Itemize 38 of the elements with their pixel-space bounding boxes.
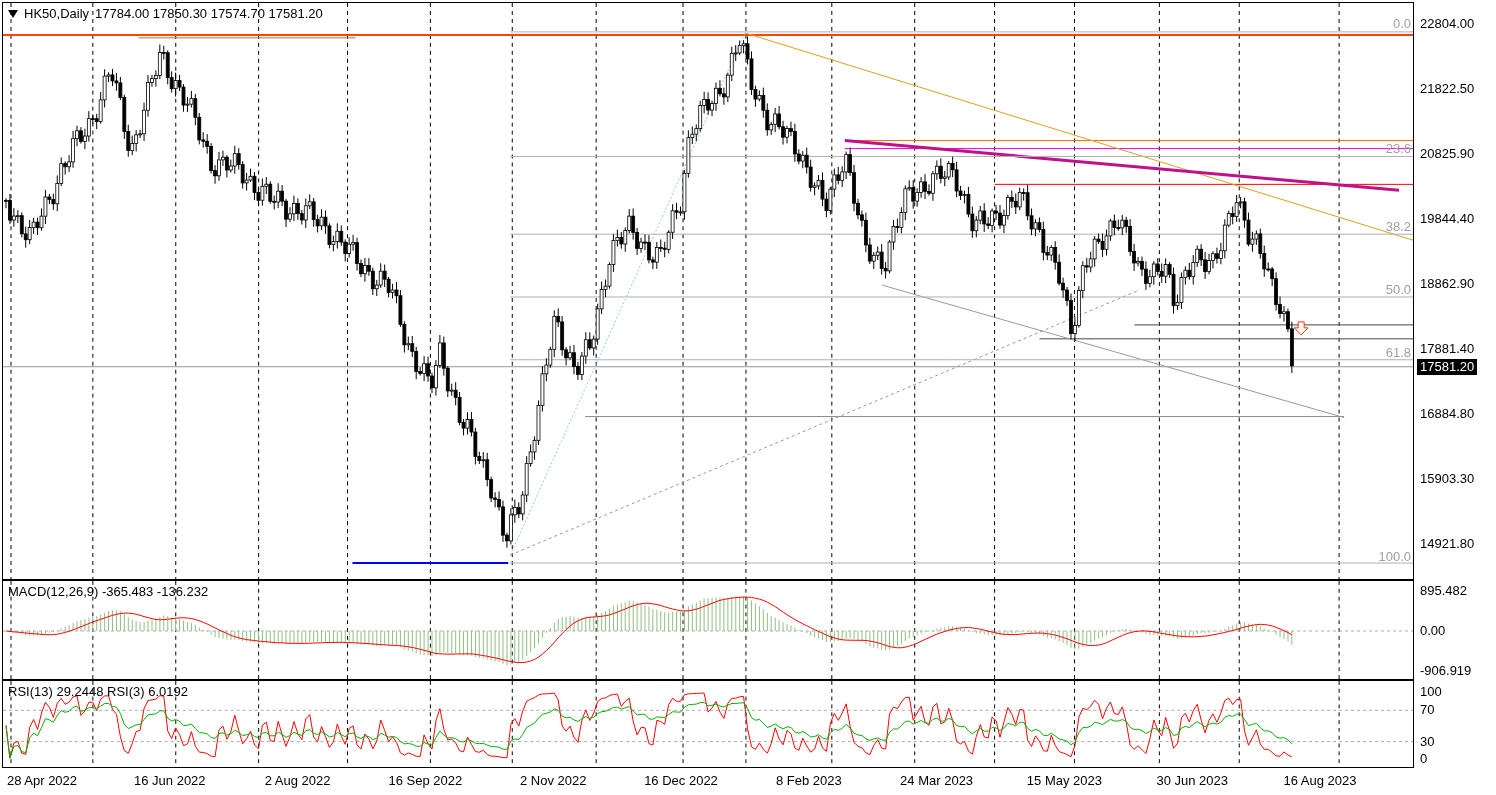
fibonacci-level-label: 61.8 [1385, 346, 1411, 360]
price-axis-label: 16884.80 [1420, 406, 1475, 422]
indicator-axis-label: 70 [1420, 702, 1435, 718]
price-axis-label: 22804.00 [1420, 16, 1475, 32]
current-price-label: 17581.20 [1417, 359, 1478, 375]
fibonacci-level-label: 0.0 [1392, 17, 1411, 31]
indicator-title: RSI(13) 29.2448 RSI(3) 6.0192 [8, 684, 188, 699]
date-axis-label: 15 May 2023 [1026, 773, 1102, 788]
fibonacci-level-label: 38.2 [1385, 220, 1411, 234]
indicator-title: MACD(12,26,9) -365.483 -136.232 [8, 584, 209, 599]
date-axis-label: 24 Mar 2023 [900, 773, 974, 788]
price-axis-label: 19844.40 [1420, 211, 1475, 227]
indicator-axis-label: 0.00 [1420, 623, 1446, 639]
ohlc-values: 17784.00 17850.30 17574.70 17581.20 [95, 6, 323, 21]
date-axis-label: 16 Sep 2022 [388, 773, 463, 788]
indicator-axis-label: 30 [1420, 734, 1435, 750]
date-axis-label: 2 Nov 2022 [519, 773, 587, 788]
down-arrow-icon [1293, 321, 1309, 336]
indicator-axis-label: 100 [1420, 684, 1442, 700]
symbol-label: HK50,Daily [24, 6, 90, 21]
date-axis-label: 16 Aug 2023 [1283, 773, 1357, 788]
fibonacci-level-label: 100.0 [1378, 550, 1411, 564]
date-axis-label: 16 Dec 2022 [644, 773, 718, 788]
date-axis-label: 2 Aug 2022 [264, 773, 331, 788]
indicator-axis-label: -906.919 [1420, 663, 1472, 679]
price-axis-label: 17881.40 [1420, 341, 1475, 357]
price-axis-label: 21822.50 [1420, 81, 1475, 97]
date-axis-label: 28 Apr 2022 [6, 773, 78, 788]
price-axis-label: 20825.90 [1420, 146, 1475, 162]
indicator-axis-label: 895.482 [1420, 583, 1467, 599]
price-axis-label: 14921.80 [1420, 536, 1475, 552]
fibonacci-level-label: 50.0 [1385, 283, 1411, 297]
date-axis-label: 8 Feb 2023 [775, 773, 842, 788]
date-axis-label: 30 Jun 2023 [1156, 773, 1228, 788]
indicator-axis-label: 0 [1420, 751, 1428, 767]
date-axis-label: 16 Jun 2022 [134, 773, 206, 788]
price-axis-label: 18862.90 [1420, 276, 1475, 292]
price-axis-label: 15903.30 [1420, 471, 1475, 487]
